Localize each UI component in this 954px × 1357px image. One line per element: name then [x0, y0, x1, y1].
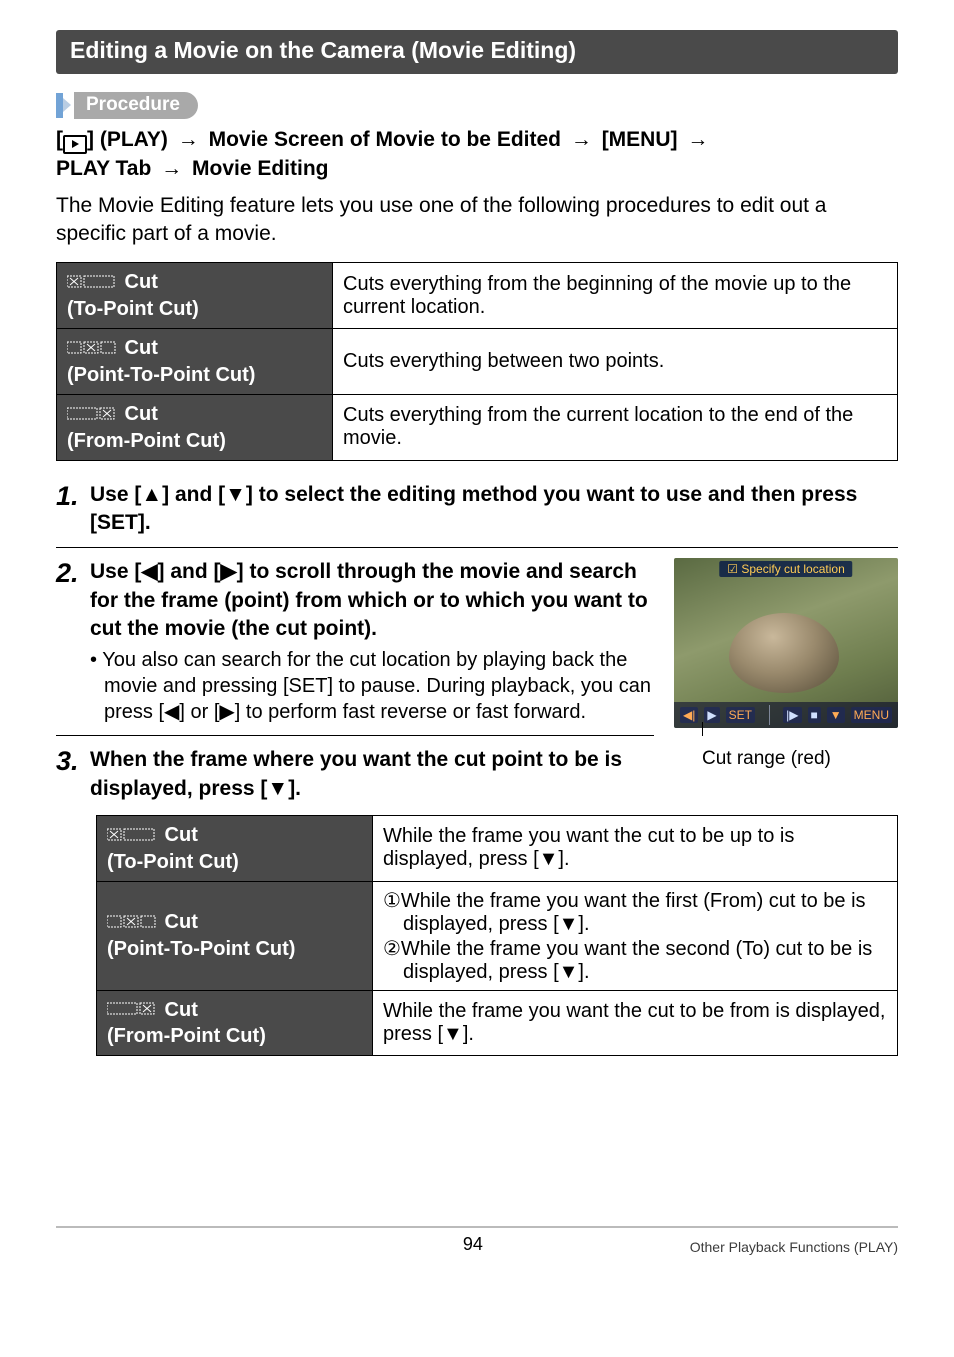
intro-text: The Movie Editing feature lets you use o… [56, 192, 898, 249]
table-row: Cut (Point-To-Point Cut) Cuts everything… [57, 329, 898, 395]
forward-icon: |▶ [783, 707, 801, 723]
step-number: 2. [56, 558, 90, 725]
from-point-cut-icon [67, 402, 117, 428]
desc-line-2: ②While the frame you want the second (To… [383, 936, 887, 984]
page-number: 94 [256, 1234, 690, 1255]
step-title: When the frame where you want the cut po… [90, 746, 654, 803]
arrow-icon: → [161, 154, 182, 183]
step-3: 3. When the frame where you want the cut… [56, 746, 654, 803]
table-row: Cut (From-Point Cut) While the frame you… [97, 990, 898, 1056]
to-point-cut-icon [107, 823, 157, 849]
step-2: 2. Use [◀] and [▶] to scroll through the… [56, 558, 654, 725]
camera-screenshot: ☑ Specify cut location ◀| ▶ SET |▶ ■ ▼ M… [674, 558, 898, 770]
table-desc: Cuts everything from the beginning of th… [333, 263, 898, 329]
arrow-icon: → [571, 125, 592, 154]
table-row: Cut (From-Point Cut) Cuts everything fro… [57, 394, 898, 460]
arrow-icon: → [687, 125, 708, 154]
screenshot-caption: Cut range (red) [674, 748, 898, 770]
table-desc: Cuts everything between two points. [333, 329, 898, 395]
label-line2: (From-Point Cut) [107, 1025, 266, 1047]
down-icon: ▼ [827, 707, 845, 723]
label-line2: (Point-To-Point Cut) [107, 938, 295, 960]
screenshot-controls: ◀| ▶ SET |▶ ■ ▼ MENU [674, 702, 898, 728]
label-line2: (Point-To-Point Cut) [67, 364, 255, 386]
divider [56, 547, 898, 548]
table-row: Cut (To-Point Cut) Cuts everything from … [57, 263, 898, 329]
table-row: Cut (Point-To-Point Cut) ①While the fram… [97, 881, 898, 990]
step-note: • You also can search for the cut locati… [90, 647, 654, 725]
screenshot-top-label: ☑ Specify cut location [719, 561, 852, 577]
step-title: Use [◀] and [▶] to scroll through the mo… [90, 558, 654, 643]
table-desc: Cuts everything from the current locatio… [333, 394, 898, 460]
label-line1: Cut [159, 999, 198, 1021]
label-line2: (To-Point Cut) [67, 298, 199, 320]
procedure-label: Procedure [74, 92, 198, 119]
procedure-tick-icon [56, 93, 70, 118]
step-number: 1. [56, 481, 90, 538]
point-to-point-cut-icon [107, 910, 157, 936]
point-to-point-cut-icon [67, 336, 117, 362]
label-line1: Cut [159, 824, 198, 846]
section-title: Editing a Movie on the Camera (Movie Edi… [56, 30, 898, 74]
caption-pointer [674, 728, 898, 740]
table-desc: While the frame you want the cut to be u… [373, 816, 898, 882]
to-point-cut-icon [67, 270, 117, 296]
table-desc: ①While the frame you want the first (Fro… [373, 881, 898, 990]
page-footer: 94 Other Playback Functions (PLAY) [56, 1226, 898, 1255]
rewind-icon: ◀| [680, 707, 698, 723]
path-seg5: Movie Editing [192, 157, 329, 180]
from-point-cut-icon [107, 997, 157, 1023]
path-seg3: [MENU] [602, 128, 678, 151]
table-desc: While the frame you want the cut to be f… [373, 990, 898, 1056]
procedure-heading: Procedure [56, 92, 898, 119]
path-seg1-suffix: ] (PLAY) [87, 128, 168, 151]
step-title: Use [▲] and [▼] to select the editing me… [90, 481, 898, 538]
label-line1: Cut [119, 337, 158, 359]
label-line1: Cut [119, 271, 158, 293]
menu-label: MENU [851, 707, 892, 723]
footer-right: Other Playback Functions (PLAY) [690, 1239, 898, 1255]
screenshot-subject [729, 613, 839, 693]
desc-line-1: ①While the frame you want the first (Fro… [383, 888, 887, 936]
cut-options-table: Cut (To-Point Cut) Cuts everything from … [56, 262, 898, 460]
table-row: Cut (To-Point Cut) While the frame you w… [97, 816, 898, 882]
set-label: SET [726, 707, 755, 723]
label-line2: (From-Point Cut) [67, 430, 226, 452]
label-line1: Cut [119, 403, 158, 425]
play-control-icon: ▶ [704, 707, 719, 723]
step-number: 3. [56, 746, 90, 803]
label-line1: Cut [159, 911, 198, 933]
step3-table: Cut (To-Point Cut) While the frame you w… [96, 815, 898, 1056]
divider [56, 735, 654, 736]
path-seg2: Movie Screen of Movie to be Edited [209, 128, 561, 151]
navigation-path: [ ] (PLAY) → Movie Screen of Movie to be … [56, 125, 898, 184]
label-line2: (To-Point Cut) [107, 851, 239, 873]
arrow-icon: → [178, 125, 199, 154]
step-1: 1. Use [▲] and [▼] to select the editing… [56, 481, 898, 538]
stop-icon: ■ [808, 707, 821, 723]
path-seg1-prefix: [ [56, 128, 63, 151]
path-seg4: PLAY Tab [56, 157, 151, 180]
play-icon [63, 135, 87, 154]
